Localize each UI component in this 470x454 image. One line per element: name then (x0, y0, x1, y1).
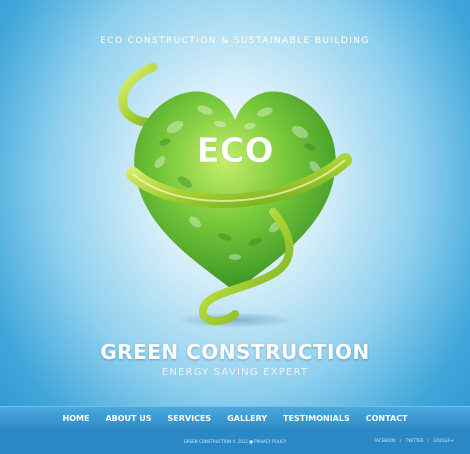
main-nav: HOME ABOUT US SERVICES GALLERY TESTIMONI… (0, 406, 470, 429)
social-separator: / (400, 438, 402, 443)
privacy-policy-link[interactable]: PRIVACY POLICY (254, 439, 286, 444)
google-plus-link[interactable]: GOOGLE+ (433, 438, 454, 443)
social-links: FACEBOOK / TWITTER / GOOGLE+ (374, 438, 454, 443)
nav-services[interactable]: SERVICES (168, 414, 212, 423)
facebook-link[interactable]: FACEBOOK (374, 438, 396, 443)
eco-heart-graphic: ECO (118, 62, 352, 328)
site-tagline: ECO CONSTRUCTION & SUSTAINABLE BUILDING (100, 36, 370, 46)
page-subtitle: ENERGY SAVING EXPERT (161, 367, 309, 378)
nav-about-us[interactable]: ABOUT US (105, 414, 151, 423)
nav-contact[interactable]: CONTACT (366, 414, 408, 423)
copyright-text: GREEN CONSTRUCTION © 2012 ■ (183, 439, 253, 444)
eco-badge-text: ECO (196, 131, 273, 171)
eco-heart-illustration: ECO (95, 62, 375, 332)
page-title: GREEN CONSTRUCTION (100, 340, 370, 364)
twitter-link[interactable]: TWITTER (406, 438, 424, 443)
nav-gallery[interactable]: GALLERY (227, 414, 267, 423)
site-footer: GREEN CONSTRUCTION © 2012 ■ PRIVACY POLI… (0, 429, 470, 454)
nav-home[interactable]: HOME (63, 414, 90, 423)
social-separator: / (427, 438, 430, 443)
nav-testimonials[interactable]: TESTIMONIALS (283, 414, 350, 423)
